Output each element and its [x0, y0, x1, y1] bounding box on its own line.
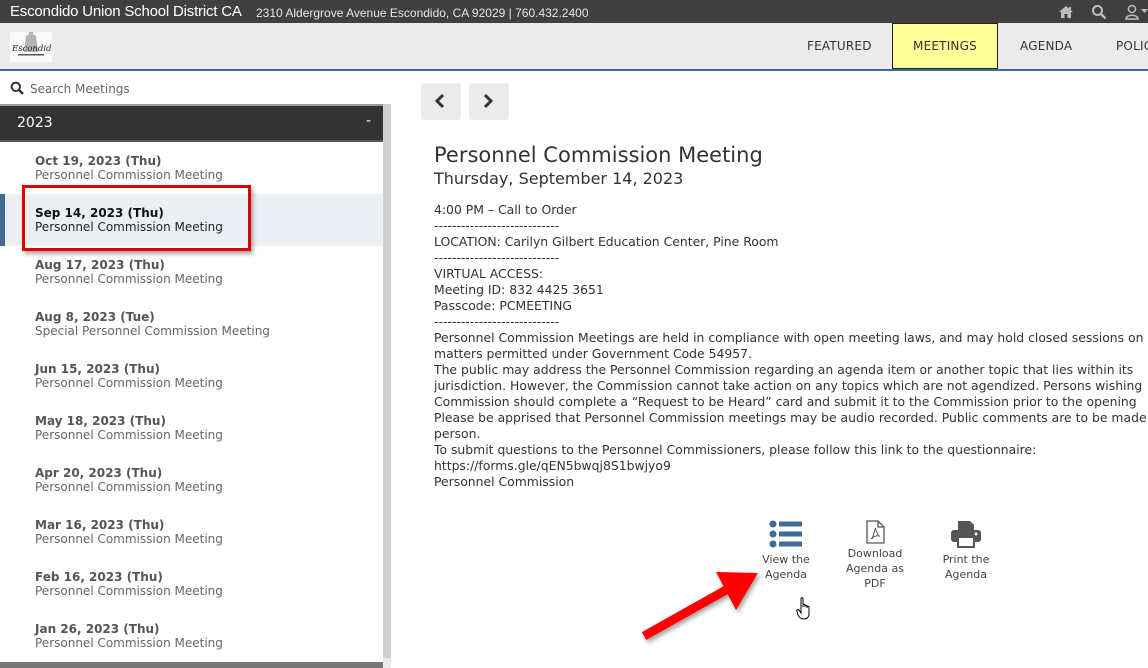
- list-icon: [769, 520, 802, 548]
- meeting-list-item[interactable]: Mar 16, 2023 (Thu) Personnel Commission …: [0, 506, 383, 558]
- meeting-description: 4:00 PM – Call to Order ----------------…: [434, 202, 1148, 490]
- download-label-line: Agenda as: [846, 562, 904, 575]
- search-meetings-input[interactable]: [30, 79, 370, 99]
- meeting-search: [0, 73, 390, 104]
- meeting-title: Personnel Commission Meeting: [35, 636, 223, 650]
- meeting-list-item[interactable]: Feb 16, 2023 (Thu) Personnel Commission …: [0, 558, 383, 610]
- annotation-arrow-icon: [641, 572, 758, 640]
- meeting-detail-title: Personnel Commission Meeting: [434, 143, 763, 167]
- previous-meeting-button[interactable]: [421, 83, 461, 120]
- search-icon: [10, 81, 24, 95]
- meeting-list-item[interactable]: May 18, 2023 (Thu) Personnel Commission …: [0, 402, 383, 454]
- description-line: Personnel Commission: [434, 474, 575, 489]
- print-label-line: Agenda: [945, 568, 987, 581]
- questionnaire-link[interactable]: https://forms.gle/qEN5bwqj8S1bwjyo9: [434, 458, 1148, 474]
- chevron-right-icon: [483, 93, 494, 109]
- annotation-highlight-box: [22, 185, 251, 251]
- nav-policies[interactable]: POLICIES: [1116, 23, 1148, 69]
- year-group-header[interactable]: 2023 -: [0, 104, 383, 142]
- meeting-date: Jun 15, 2023 (Thu): [35, 362, 160, 376]
- next-meeting-button[interactable]: [469, 83, 509, 120]
- description-line: ----------------------------: [434, 250, 560, 265]
- meeting-list-item[interactable]: Jun 15, 2023 (Thu) Personnel Commission …: [0, 350, 383, 402]
- meeting-list-item[interactable]: Aug 17, 2023 (Thu) Personnel Commission …: [0, 246, 383, 298]
- meeting-list-item[interactable]: Apr 20, 2023 (Thu) Personnel Commission …: [0, 454, 383, 506]
- description-line: jurisdiction. However, the Commission ca…: [434, 378, 1143, 393]
- nav-agenda[interactable]: AGENDA: [1020, 23, 1072, 69]
- nav-meetings[interactable]: MEETINGS: [892, 23, 998, 69]
- download-label-line: Download: [847, 547, 903, 560]
- district-address: 2310 Aldergrove Avenue Escondido, CA 920…: [256, 6, 589, 20]
- meeting-title: Personnel Commission Meeting: [35, 428, 223, 442]
- view-agenda-label-line: View the: [762, 553, 810, 566]
- meeting-title: Personnel Commission Meeting: [35, 168, 223, 182]
- main-nav: Escondido FEATURED MEETINGS AGENDA POLIC…: [0, 23, 1148, 71]
- printer-icon: [951, 521, 981, 548]
- search-icon[interactable]: [1091, 4, 1107, 20]
- meeting-date: Aug 8, 2023 (Tue): [35, 310, 155, 324]
- description-line: ----------------------------: [434, 314, 560, 329]
- meeting-date: Aug 17, 2023 (Thu): [35, 258, 165, 272]
- scrollbar-end: [383, 658, 391, 668]
- meeting-list-item[interactable]: Aug 8, 2023 (Tue) Special Personnel Comm…: [0, 298, 383, 350]
- meeting-title: Personnel Commission Meeting: [35, 480, 223, 494]
- description-line: LOCATION: Carilyn Gilbert Education Cent…: [434, 234, 779, 249]
- description-line: person.: [434, 426, 481, 441]
- bell-logo-icon: Escondido: [11, 32, 57, 56]
- nav-featured[interactable]: FEATURED: [807, 23, 872, 69]
- download-agenda-pdf-button[interactable]: Download Agenda as PDF: [842, 520, 908, 591]
- description-line: Passcode: PCMEETING: [434, 298, 572, 313]
- description-line: matters permitted under Government Code …: [434, 346, 752, 361]
- selected-indicator: [0, 194, 5, 246]
- hand-cursor-icon: [796, 597, 810, 620]
- description-line: Commission should complete a “Request to…: [434, 394, 1137, 409]
- year-label: 2023: [17, 115, 53, 131]
- meeting-title: Personnel Commission Meeting: [35, 376, 223, 390]
- user-icon[interactable]: [1124, 4, 1140, 20]
- meeting-detail-date: Thursday, September 14, 2023: [434, 169, 684, 188]
- meeting-title: Personnel Commission Meeting: [35, 272, 223, 286]
- description-line: 4:00 PM – Call to Order: [434, 202, 577, 217]
- svg-text:Escondido: Escondido: [11, 44, 52, 54]
- meeting-date: May 18, 2023 (Thu): [35, 414, 166, 428]
- home-icon[interactable]: [1058, 4, 1074, 20]
- meeting-date: Feb 16, 2023 (Thu): [35, 570, 163, 584]
- horizontal-scrollbar[interactable]: [0, 662, 383, 668]
- description-line: To submit questions to the Personnel Com…: [434, 442, 1037, 457]
- description-line: Please be apprised that Personnel Commis…: [434, 410, 1148, 425]
- meeting-date: Apr 20, 2023 (Thu): [35, 466, 163, 480]
- meeting-title: Special Personnel Commission Meeting: [35, 324, 270, 338]
- description-line: Meeting ID: 832 4425 3651: [434, 282, 604, 297]
- top-bar: Escondido Union School District CA 2310 …: [0, 0, 1148, 23]
- chevron-left-icon: [434, 93, 445, 109]
- meeting-list-item[interactable]: Jan 26, 2023 (Thu) Personnel Commission …: [0, 610, 383, 662]
- description-line: Personnel Commission Meetings are held i…: [434, 330, 1144, 345]
- district-logo[interactable]: Escondido: [10, 32, 57, 62]
- description-line: ----------------------------: [434, 218, 560, 233]
- description-line: VIRTUAL ACCESS:: [434, 266, 544, 281]
- meeting-date: Jan 26, 2023 (Thu): [35, 622, 160, 636]
- print-agenda-button[interactable]: Print the Agenda: [935, 520, 997, 582]
- meeting-title: Personnel Commission Meeting: [35, 532, 223, 546]
- sidebar-scrollbar[interactable]: [383, 104, 391, 668]
- print-label-line: Print the: [942, 553, 990, 566]
- meeting-date: Mar 16, 2023 (Thu): [35, 518, 165, 532]
- district-name[interactable]: Escondido Union School District CA: [10, 3, 242, 20]
- download-label-line: PDF: [864, 577, 886, 590]
- chevron-down-icon[interactable]: [1141, 9, 1148, 14]
- description-line: The public may address the Personnel Com…: [434, 362, 1134, 377]
- collapse-toggle[interactable]: -: [366, 113, 371, 129]
- pdf-icon: [866, 520, 885, 544]
- meeting-date: Oct 19, 2023 (Thu): [35, 154, 162, 168]
- meeting-title: Personnel Commission Meeting: [35, 584, 223, 598]
